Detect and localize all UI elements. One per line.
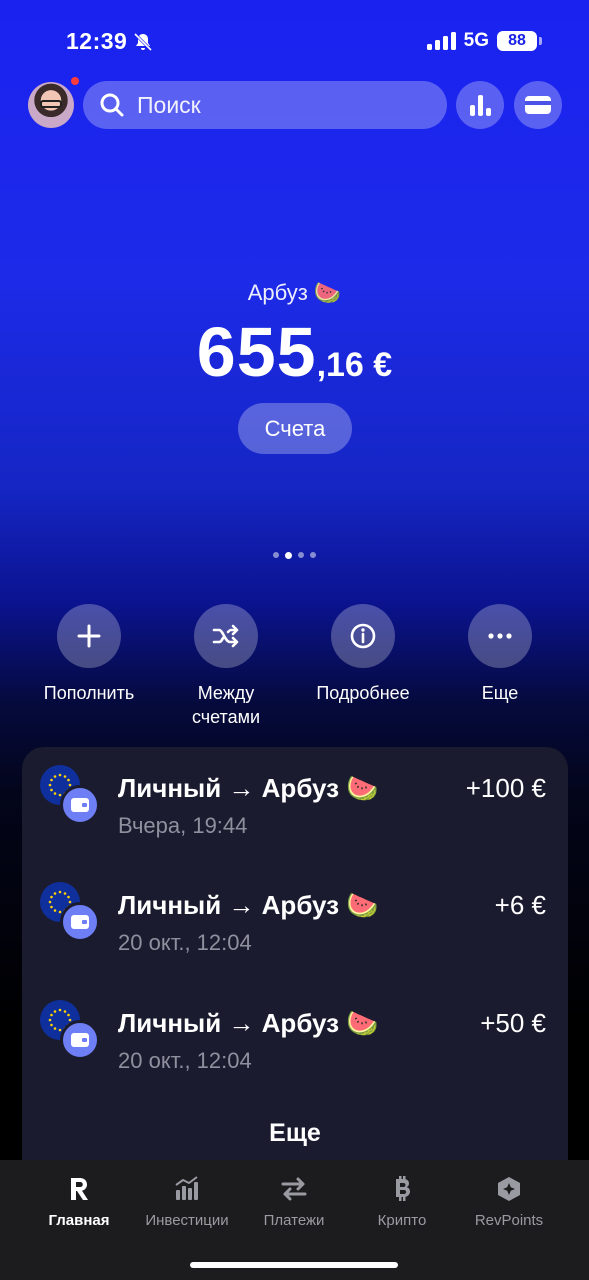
transaction-icon	[40, 765, 100, 825]
cards-button[interactable]	[514, 81, 562, 129]
status-bar: 12:39 5G 88	[0, 28, 589, 60]
bell-muted-icon	[134, 32, 153, 51]
tab-label: RevPoints	[474, 1212, 544, 1229]
status-indicators: 5G 88	[426, 30, 542, 52]
details-label: Подробнее	[316, 683, 410, 703]
more-icon	[488, 633, 512, 639]
search-icon	[100, 93, 124, 117]
transaction-amount: +6 €	[494, 890, 546, 920]
topup-label: Пополнить	[43, 683, 135, 703]
info-icon	[350, 623, 376, 649]
home-indicator[interactable]	[190, 1262, 398, 1268]
plus-icon	[77, 624, 101, 648]
analytics-icon	[470, 95, 491, 116]
transaction-title: Личный → Арбуз 🍉	[118, 1008, 379, 1038]
search-input[interactable]: Поиск	[83, 81, 447, 129]
topup-action[interactable]: Пополнить	[24, 604, 154, 705]
tab-label: Крипто	[377, 1212, 427, 1229]
invest-icon	[175, 1176, 198, 1200]
wallet-icon	[60, 1020, 100, 1060]
transfer-between-button[interactable]	[194, 604, 258, 668]
details-button[interactable]	[331, 604, 395, 668]
transaction-amount: +50 €	[480, 1008, 546, 1038]
revolut-icon	[71, 1178, 88, 1200]
transfer-between-action[interactable]: Между счетами	[161, 604, 291, 729]
shuffle-icon	[212, 624, 239, 648]
signal-icon	[426, 32, 456, 50]
transfer-between-label: Между счетами	[191, 683, 261, 727]
battery-icon: 88	[497, 31, 542, 51]
more-button[interactable]	[468, 604, 532, 668]
tab-label: Платежи	[263, 1212, 325, 1229]
page-indicator[interactable]	[0, 552, 589, 559]
search-placeholder: Поиск	[137, 91, 201, 118]
details-action[interactable]: Подробнее	[298, 604, 428, 705]
balance-fraction: ,16 €	[316, 346, 393, 384]
topup-button[interactable]	[57, 604, 121, 668]
transaction-date: 20 окт., 12:04	[118, 1048, 252, 1073]
tab-home[interactable]: Главная	[24, 1172, 134, 1229]
analytics-button[interactable]	[456, 81, 504, 129]
bitcoin-icon	[396, 1176, 410, 1201]
transaction-title: Личный → Арбуз 🍉	[118, 773, 379, 803]
tab-label: Инвестиции	[145, 1212, 229, 1229]
tab-revpoints[interactable]: RevPoints	[454, 1172, 564, 1229]
wallet-icon	[60, 785, 100, 825]
page-dot-active	[285, 552, 292, 559]
transaction-title: Личный → Арбуз 🍉	[118, 890, 379, 920]
revpoints-icon	[498, 1177, 520, 1201]
transfer-icon	[281, 1177, 307, 1201]
tab-investments[interactable]: Инвестиции	[132, 1172, 242, 1229]
transaction-date: Вчера, 19:44	[118, 813, 248, 838]
page-dot	[273, 552, 279, 558]
avatar[interactable]	[28, 82, 74, 128]
transaction-row[interactable]: Личный → Арбуз 🍉 20 окт., 12:04 +50 €	[22, 982, 568, 1073]
status-time: 12:39	[66, 28, 153, 55]
page-dot	[310, 552, 316, 558]
tab-label: Главная	[48, 1212, 110, 1229]
account-name: Арбуз 🍉	[247, 280, 342, 305]
transactions-card: Личный → Арбуз 🍉 Вчера, 19:44 +100 € Лич…	[22, 747, 568, 1187]
transaction-date: 20 окт., 12:04	[118, 930, 252, 955]
tab-payments[interactable]: Платежи	[239, 1172, 349, 1229]
balance-integer: 655	[196, 313, 317, 391]
card-icon	[525, 96, 551, 114]
transaction-row[interactable]: Личный → Арбуз 🍉 Вчера, 19:44 +100 €	[22, 747, 568, 838]
transaction-icon	[40, 1000, 100, 1060]
network-label: 5G	[463, 30, 489, 51]
transaction-amount: +100 €	[465, 773, 546, 803]
more-action[interactable]: Еще	[435, 604, 565, 705]
notification-dot	[71, 77, 79, 85]
accounts-button[interactable]: Счета	[238, 403, 352, 454]
wallet-icon	[60, 902, 100, 942]
balance-amount: 655,16 €	[0, 312, 589, 392]
transactions-more-button[interactable]: Еще	[22, 1119, 568, 1148]
transaction-icon	[40, 882, 100, 942]
page-dot	[298, 552, 304, 558]
more-label: Еще	[481, 683, 519, 703]
transaction-row[interactable]: Личный → Арбуз 🍉 20 окт., 12:04 +6 €	[22, 864, 568, 955]
tab-crypto[interactable]: Крипто	[347, 1172, 457, 1229]
